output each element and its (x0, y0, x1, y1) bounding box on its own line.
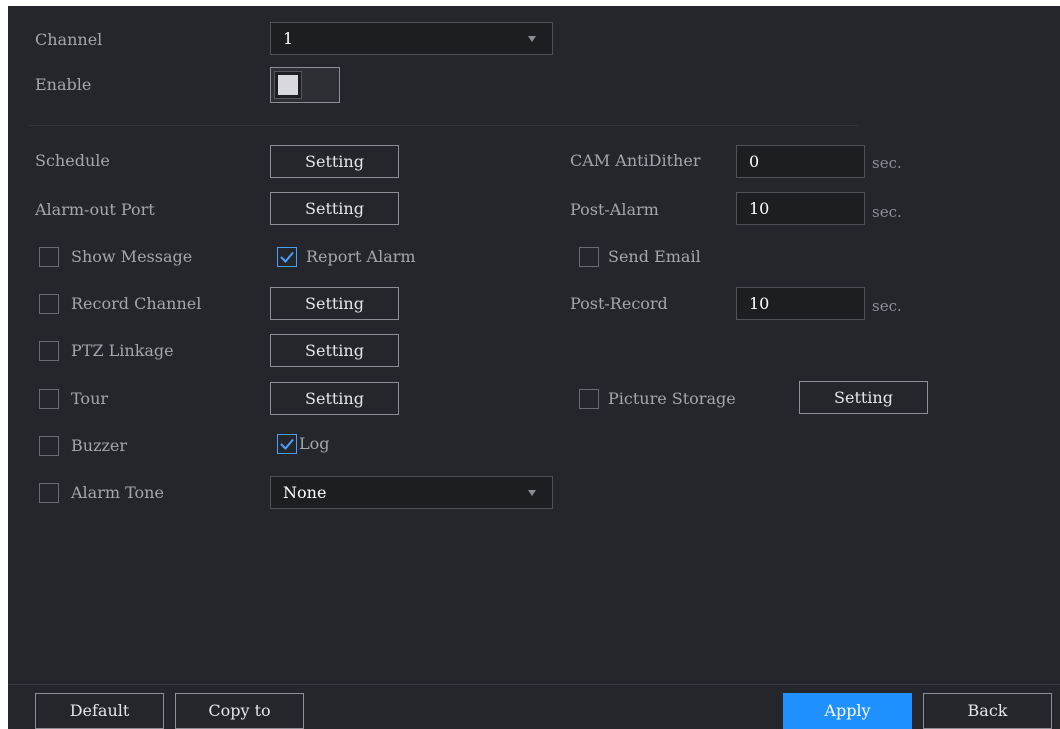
tour-label: Tour (71, 389, 109, 408)
alarm-settings-panel (8, 6, 1060, 729)
schedule-label: Schedule (35, 151, 110, 170)
alarm-tone-dropdown[interactable]: None (270, 476, 553, 509)
toggle-knob (274, 71, 302, 99)
chevron-down-icon (528, 490, 536, 496)
alarm-out-port-label: Alarm-out Port (35, 200, 155, 219)
footer-divider (8, 684, 1060, 685)
apply-button[interactable]: Apply (783, 693, 912, 729)
channel-value: 1 (283, 29, 294, 48)
alarm-tone-label: Alarm Tone (71, 483, 164, 502)
send-email-label: Send Email (608, 247, 701, 266)
log-checkbox[interactable] (277, 434, 297, 454)
checkmark-icon (280, 251, 294, 263)
copy-to-button[interactable]: Copy to (175, 693, 304, 729)
post-alarm-label: Post-Alarm (570, 200, 659, 219)
report-alarm-checkbox[interactable] (277, 247, 297, 267)
alarm-out-port-setting-button[interactable]: Setting (270, 192, 399, 225)
report-alarm-label: Report Alarm (306, 247, 416, 266)
enable-label: Enable (35, 75, 92, 94)
ptz-linkage-label: PTZ Linkage (71, 341, 174, 360)
schedule-setting-button[interactable]: Setting (270, 145, 399, 178)
cam-antidither-unit: sec. (872, 154, 902, 172)
buzzer-checkbox[interactable] (39, 436, 59, 456)
record-channel-setting-button[interactable]: Setting (270, 287, 399, 320)
ptz-linkage-setting-button[interactable]: Setting (270, 334, 399, 367)
cam-antidither-label: CAM AntiDither (570, 151, 701, 170)
post-record-input[interactable]: 10 (736, 287, 865, 320)
back-button[interactable]: Back (923, 693, 1052, 729)
section-divider (28, 125, 858, 126)
chevron-down-icon (528, 36, 536, 42)
log-label: Log (299, 434, 330, 453)
default-button[interactable]: Default (35, 693, 164, 729)
post-record-label: Post-Record (570, 294, 668, 313)
post-record-unit: sec. (872, 297, 902, 315)
show-message-checkbox[interactable] (39, 247, 59, 267)
record-channel-checkbox[interactable] (39, 294, 59, 314)
picture-storage-label: Picture Storage (608, 389, 736, 408)
checkmark-icon (280, 438, 294, 450)
alarm-tone-checkbox[interactable] (39, 483, 59, 503)
buzzer-label: Buzzer (71, 436, 128, 455)
record-channel-label: Record Channel (71, 294, 202, 313)
picture-storage-setting-button[interactable]: Setting (799, 381, 928, 414)
tour-setting-button[interactable]: Setting (270, 382, 399, 415)
show-message-label: Show Message (71, 247, 193, 266)
alarm-tone-value: None (283, 483, 327, 502)
send-email-checkbox[interactable] (579, 247, 599, 267)
picture-storage-checkbox[interactable] (579, 389, 599, 409)
post-alarm-input[interactable]: 10 (736, 192, 865, 225)
channel-dropdown[interactable]: 1 (270, 22, 553, 55)
channel-label: Channel (35, 30, 103, 49)
enable-toggle[interactable] (270, 67, 340, 103)
ptz-linkage-checkbox[interactable] (39, 341, 59, 361)
cam-antidither-input[interactable]: 0 (736, 145, 865, 178)
tour-checkbox[interactable] (39, 389, 59, 409)
post-alarm-unit: sec. (872, 203, 902, 221)
